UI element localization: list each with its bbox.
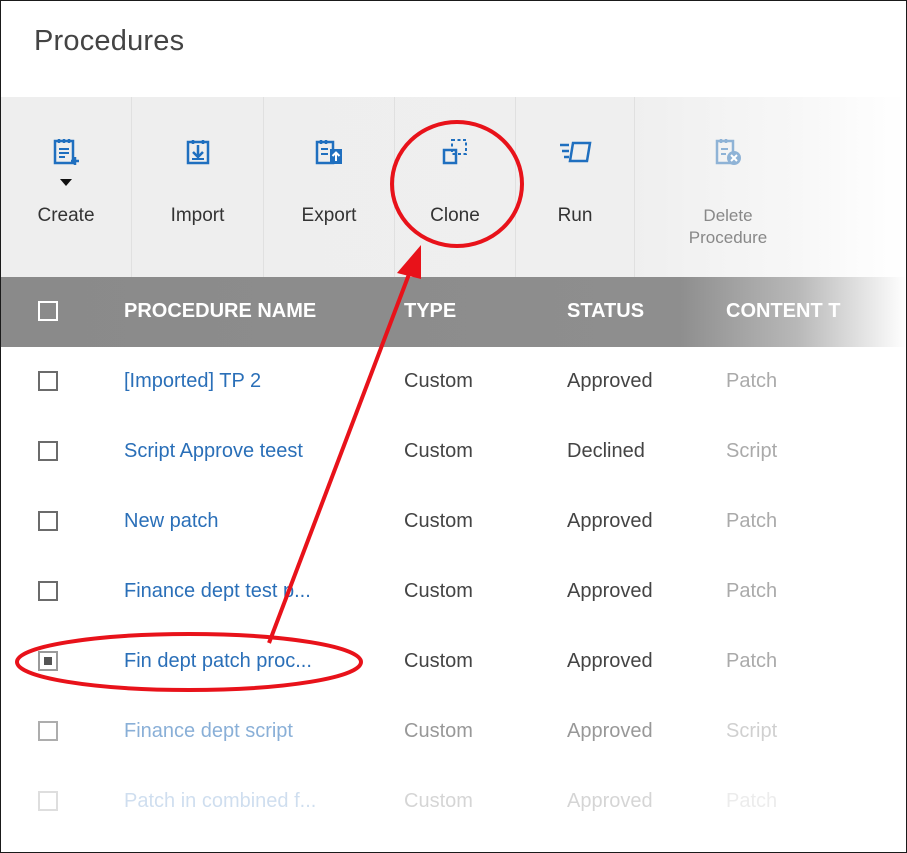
table-row[interactable]: Patch in combined f... Custom Approved P…: [1, 767, 906, 837]
procedures-panel: Procedures Create Import Export Clone Ru…: [0, 0, 907, 853]
dropdown-caret-icon: [60, 179, 72, 186]
type-cell: Custom: [404, 650, 473, 672]
run-icon: [560, 141, 592, 163]
clone-label: Clone: [430, 205, 480, 226]
row-checkbox[interactable]: [38, 511, 58, 531]
procedure-name-link[interactable]: [Imported] TP 2: [124, 370, 261, 393]
status-cell: Approved: [567, 650, 653, 672]
delete-procedure-button[interactable]: Delete Procedure: [635, 97, 821, 277]
delete-procedure-icon: [715, 139, 741, 165]
procedure-name-link[interactable]: Finance dept script: [124, 720, 293, 743]
toolbar: Create Import Export Clone Run Delete Pr…: [1, 97, 906, 277]
content-cell: Script: [726, 440, 778, 462]
procedure-name-link[interactable]: Finance dept test p...: [124, 580, 311, 603]
content-cell: Script: [726, 720, 778, 742]
column-header-content[interactable]: CONTENT T: [726, 300, 840, 323]
row-checkbox[interactable]: [38, 581, 58, 601]
run-label: Run: [557, 205, 593, 226]
content-cell: Patch: [726, 510, 778, 532]
status-cell: Declined: [567, 440, 645, 462]
procedure-name-link[interactable]: Fin dept patch proc...: [124, 650, 312, 673]
status-cell: Approved: [567, 720, 653, 742]
type-cell: Custom: [404, 510, 473, 532]
import-icon: [186, 140, 209, 165]
table-row[interactable]: Fin dept patch proc... Custom Approved P…: [1, 627, 906, 697]
row-checkbox[interactable]: [38, 721, 58, 741]
create-button[interactable]: Create: [1, 97, 132, 277]
row-checkbox[interactable]: [38, 791, 58, 811]
type-cell: Custom: [404, 440, 473, 462]
export-button[interactable]: Export: [264, 97, 395, 277]
column-header-type[interactable]: TYPE: [404, 300, 456, 323]
table-row[interactable]: Finance dept script Custom Approved Scri…: [1, 697, 906, 767]
table-header: PROCEDURE NAME TYPE STATUS CONTENT T: [1, 277, 906, 347]
status-cell: Approved: [567, 790, 653, 812]
procedure-name-link[interactable]: Patch in combined f...: [124, 790, 316, 813]
page-title: Procedures: [34, 25, 185, 57]
type-cell: Custom: [404, 720, 473, 742]
column-header-name[interactable]: PROCEDURE NAME: [124, 300, 316, 323]
procedure-name-link[interactable]: New patch: [124, 510, 219, 533]
row-checkbox[interactable]: [38, 651, 58, 671]
content-cell: Patch: [726, 370, 778, 392]
content-cell: Patch: [726, 580, 778, 602]
type-cell: Custom: [404, 370, 473, 392]
table-row[interactable]: [Imported] TP 2 Custom Approved Patch: [1, 347, 906, 417]
export-label: Export: [301, 205, 357, 226]
row-checkbox[interactable]: [38, 441, 58, 461]
delete-procedure-label: Delete Procedure: [688, 206, 768, 247]
content-cell: Patch: [726, 790, 778, 812]
clone-icon: [442, 139, 467, 165]
row-checkbox[interactable]: [38, 371, 58, 391]
create-label: Create: [37, 205, 95, 226]
select-all-checkbox[interactable]: [38, 301, 58, 321]
table-row[interactable]: Finance dept test p... Custom Approved P…: [1, 557, 906, 627]
import-button[interactable]: Import: [132, 97, 264, 277]
import-label: Import: [170, 205, 225, 226]
status-cell: Approved: [567, 580, 653, 602]
status-cell: Approved: [567, 510, 653, 532]
type-cell: Custom: [404, 790, 473, 812]
content-cell: Patch: [726, 650, 778, 672]
type-cell: Custom: [404, 580, 473, 602]
procedure-name-link[interactable]: Script Approve teest: [124, 440, 303, 463]
column-header-status[interactable]: STATUS: [567, 300, 644, 323]
table-row[interactable]: Script Approve teest Custom Declined Scr…: [1, 417, 906, 487]
create-procedure-icon: [53, 139, 79, 165]
table-row[interactable]: New patch Custom Approved Patch: [1, 487, 906, 557]
clone-button[interactable]: Clone: [395, 97, 516, 277]
export-icon: [315, 140, 342, 165]
status-cell: Approved: [567, 370, 653, 392]
run-button[interactable]: Run: [516, 97, 635, 277]
